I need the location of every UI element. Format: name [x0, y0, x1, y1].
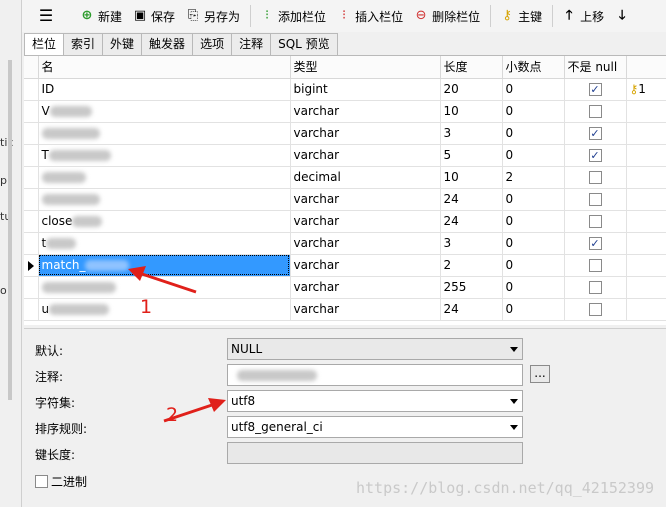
annotation-number-1: 1: [140, 296, 153, 318]
annotation-arrow-1: [128, 266, 197, 294]
annotation-number-2: 2: [166, 404, 179, 426]
annotation-overlay: [128, 266, 226, 423]
